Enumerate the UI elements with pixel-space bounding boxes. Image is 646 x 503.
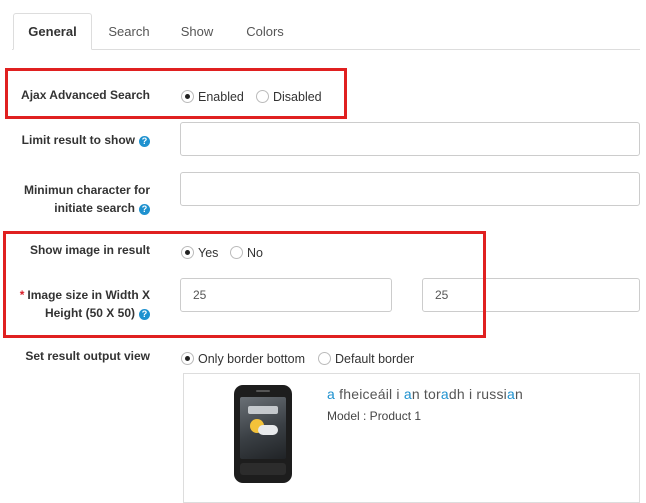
limit-result-label-text: Limit result to show [21,133,135,147]
result-preview: a fheiceáil i an toradh i russian Model … [183,373,640,503]
product-model: Model : Product 1 [327,409,422,423]
output-border-bottom-label: Only border bottom [198,352,305,366]
min-char-label: Minimun character for initiate search? [24,181,150,217]
output-view-label: Set result output view [25,349,150,363]
limit-result-input[interactable] [180,122,640,156]
highlight-box-ajax [5,68,347,119]
min-char-label-line1: Minimun character for [23,183,150,197]
highlight-box-image [3,231,486,338]
tab-search[interactable]: Search [97,14,161,50]
match-highlight: a [506,386,515,402]
phone-icon [234,385,292,483]
tab-general[interactable]: General [13,13,92,50]
help-icon[interactable]: ? [139,204,150,215]
output-default-border-label: Default border [335,352,415,366]
radio-selected-icon [181,352,194,365]
min-char-label-line2: initiate search [54,201,135,215]
help-icon[interactable]: ? [139,136,150,147]
tab-colors[interactable]: Colors [234,14,296,50]
match-highlight: a [440,386,449,402]
output-default-border-radio[interactable]: Default border [318,352,414,366]
product-name-link[interactable]: a fheiceáil i an toradh i russian [327,386,523,402]
tab-bar: General Search Show Colors [0,0,646,50]
tab-show[interactable]: Show [170,14,224,50]
output-border-bottom-radio[interactable]: Only border bottom [181,352,305,366]
match-highlight: a [327,386,335,402]
match-highlight: a [403,386,412,402]
min-char-input[interactable] [180,172,640,206]
limit-result-label: Limit result to show? [22,131,150,149]
radio-unselected-icon [318,352,331,365]
